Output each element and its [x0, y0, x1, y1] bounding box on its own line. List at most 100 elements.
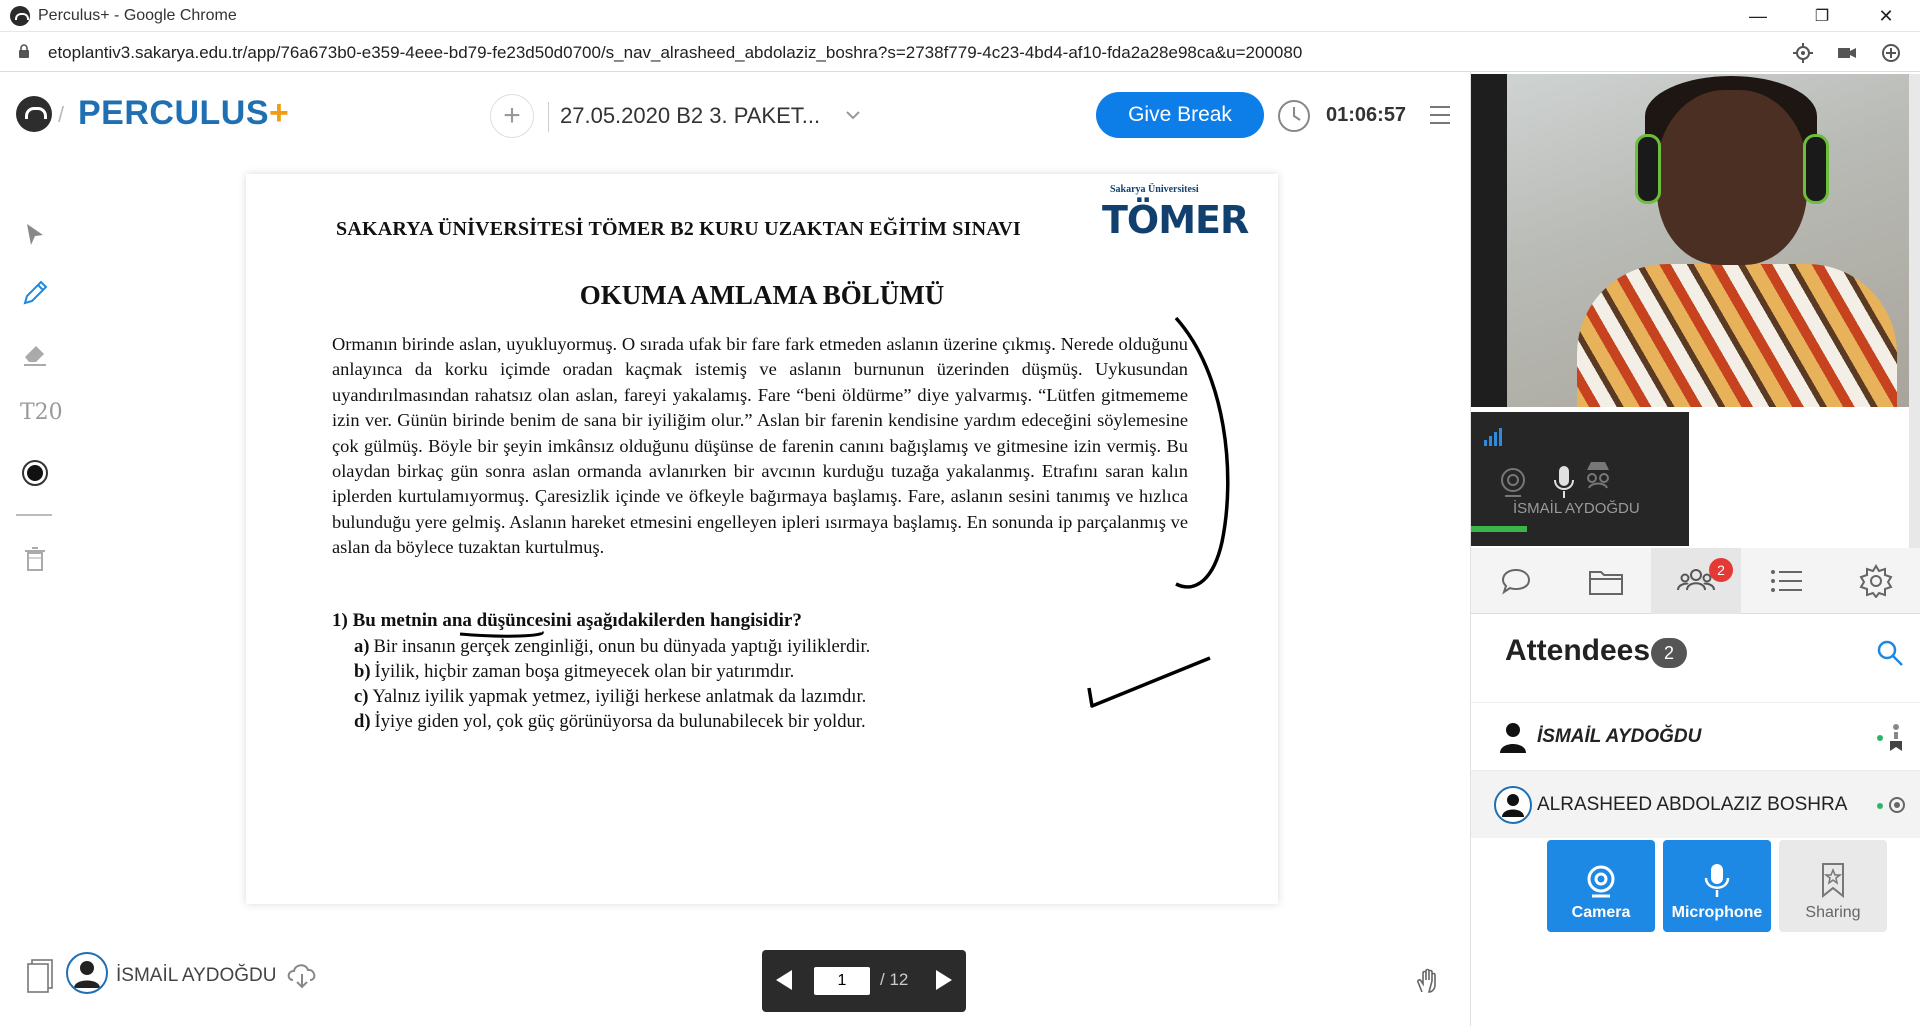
- online-indicator: [1877, 735, 1883, 741]
- window-title: Perculus+ - Google Chrome: [38, 7, 237, 24]
- header-divider: [548, 102, 549, 132]
- raise-hand-icon[interactable]: [1414, 968, 1440, 994]
- reading-passage: Ormanın birinde aslan, uyukluyormuş. O s…: [332, 334, 1188, 558]
- chevron-down-icon[interactable]: [844, 106, 862, 124]
- perculus-logo: PERCULUS+: [78, 94, 289, 133]
- pointer-tool-icon[interactable]: [20, 220, 50, 250]
- page-navigator: / 12: [762, 950, 966, 1012]
- color-picker-icon[interactable]: [20, 458, 50, 488]
- address-bar: etoplantiv3.sakarya.edu.tr/app/76a673b0-…: [0, 32, 1920, 72]
- attendee-row[interactable]: ALRASHEED ABDOLAZIZ BOSHRA: [1471, 770, 1920, 838]
- camera-button[interactable]: Camera: [1547, 840, 1655, 932]
- question-text: 1) Bu metnin ana düşüncesini aşağıdakile…: [332, 610, 802, 631]
- app-header: / PERCULUS+ + 27.05.2020 B2 3. PAKET... …: [0, 72, 1470, 160]
- logo-text: PERCULUS: [78, 94, 270, 132]
- minimize-button[interactable]: —: [1730, 0, 1786, 32]
- search-icon[interactable]: [1875, 638, 1905, 668]
- tab-chat[interactable]: [1471, 548, 1561, 614]
- attendees-badge: 2: [1709, 558, 1733, 582]
- camera-permission-icon[interactable]: [1836, 42, 1858, 64]
- pencil-tool-icon[interactable]: [20, 278, 50, 308]
- pages-icon[interactable]: [26, 958, 56, 994]
- user-icon: [1500, 723, 1526, 753]
- add-bookmark-icon[interactable]: [1880, 42, 1902, 64]
- clock-icon: [1278, 100, 1310, 132]
- close-button[interactable]: ✕: [1858, 0, 1914, 32]
- prev-page-button[interactable]: [776, 970, 792, 990]
- document-page[interactable]: SAKARYA ÜNİVERSİTESİ TÖMER B2 KURU UZAKT…: [246, 174, 1278, 904]
- current-user-avatar[interactable]: [66, 952, 108, 994]
- attendees-count: 2: [1651, 638, 1687, 668]
- option-letter: d): [354, 711, 371, 732]
- logo-separator: /: [58, 102, 65, 127]
- camera-button-label: Camera: [1571, 904, 1631, 921]
- current-user-name: İSMAİL AYDOĞDU: [116, 965, 277, 986]
- add-session-button[interactable]: +: [490, 94, 534, 138]
- lock-icon: [19, 44, 29, 58]
- user-icon: [74, 961, 100, 988]
- panel-tabs: 2: [1471, 548, 1920, 614]
- tomer-logo-subtitle: Sakarya Üniversitesi: [1110, 184, 1199, 195]
- option-text: Bir insanın gerçek zenginliği, onun bu d…: [373, 636, 871, 657]
- tile-participant-name: İSMAİL AYDOĞDU: [1513, 500, 1640, 517]
- headset-right-icon: [1803, 134, 1829, 204]
- tile-camera-icon: [1501, 468, 1525, 497]
- bookmark-star-icon: [1822, 863, 1844, 898]
- sharing-button[interactable]: Sharing: [1779, 840, 1887, 932]
- tab-files[interactable]: [1561, 548, 1651, 614]
- video-scrollbar[interactable]: [1909, 74, 1920, 548]
- camera-status-icon: [1889, 797, 1905, 813]
- presenter-status-icon: [1890, 724, 1902, 751]
- tomer-logo: Sakarya Üniversitesi TÖMER: [1102, 184, 1249, 254]
- page-number-input[interactable]: [814, 967, 870, 995]
- give-break-button[interactable]: Give Break: [1096, 92, 1264, 138]
- trash-icon[interactable]: [20, 544, 50, 574]
- gear-icon: [1859, 564, 1893, 598]
- folder-icon: [1589, 571, 1623, 595]
- session-title[interactable]: 27.05.2020 B2 3. PAKET...: [560, 103, 820, 129]
- text-tool[interactable]: T20: [20, 400, 63, 430]
- cloud-download-icon[interactable]: [284, 960, 320, 990]
- session-timer: 01:06:57: [1326, 104, 1407, 126]
- location-icon[interactable]: [1792, 42, 1814, 64]
- tab-settings[interactable]: [1831, 548, 1920, 614]
- video-person-shirt: [1577, 264, 1897, 407]
- attendee-name: ALRASHEED ABDOLAZIZ BOSHRA: [1537, 794, 1848, 815]
- microphone-button-label: Microphone: [1671, 904, 1763, 921]
- option-text: İyiye giden yol, çok güç görünüyorsa da …: [374, 711, 866, 732]
- attendee-row[interactable]: İSMAİL AYDOĞDU: [1471, 702, 1920, 770]
- headset-left-icon: [1635, 134, 1661, 204]
- section-title: OKUMA AMLAMA BÖLÜMÜ: [579, 280, 945, 310]
- perculus-logo-icon: [16, 96, 52, 132]
- video-feed[interactable]: [1471, 74, 1909, 407]
- option-d: d) İyiye giden yol, çok güç görünüyorsa d…: [354, 711, 866, 733]
- restore-button[interactable]: ❐: [1794, 0, 1850, 32]
- attendee-name: İSMAİL AYDOĞDU: [1537, 726, 1702, 747]
- hamburger-menu-icon[interactable]: [1428, 104, 1452, 126]
- url-field[interactable]: etoplantiv3.sakarya.edu.tr/app/76a673b0-…: [48, 43, 1302, 63]
- webcam-icon: [1587, 865, 1615, 898]
- microphone-button[interactable]: Microphone: [1663, 840, 1771, 932]
- tab-list[interactable]: [1741, 548, 1831, 614]
- option-letter: a): [354, 636, 370, 657]
- option-letter: c): [354, 686, 369, 707]
- tile-microphone-icon: [1554, 466, 1574, 498]
- eraser-tool-icon[interactable]: [20, 338, 50, 368]
- option-c: c) Yalnız iyilik yapmak yetmez, iyiliği h…: [354, 686, 866, 708]
- option-text: İyilik, hiçbir zaman boşa gitmeyecek ola…: [374, 661, 795, 682]
- logo-plus: +: [269, 94, 290, 132]
- ink-checkmark: [1087, 656, 1211, 708]
- document-header: SAKARYA ÜNİVERSİTESİ TÖMER B2 KURU UZAKT…: [336, 218, 1021, 240]
- tab-attendees[interactable]: [1651, 548, 1741, 614]
- option-text: Yalnız iyilik yapmak yetmez, iyiliği her…: [372, 686, 867, 707]
- option-letter: b): [354, 661, 371, 682]
- tile-incognito-icon: [1587, 462, 1609, 489]
- sharing-button-label: Sharing: [1805, 904, 1861, 921]
- right-panel: İSMAİL AYDOĞDU 2 Attendees 2 İSMAİL AYDO…: [1470, 72, 1920, 1026]
- toolbar-divider: [16, 514, 52, 516]
- next-page-button[interactable]: [936, 970, 952, 990]
- video-person-head: [1657, 90, 1807, 265]
- participant-video: [1507, 74, 1909, 407]
- page-total: / 12: [880, 970, 909, 989]
- audio-level-bar: [1471, 526, 1527, 532]
